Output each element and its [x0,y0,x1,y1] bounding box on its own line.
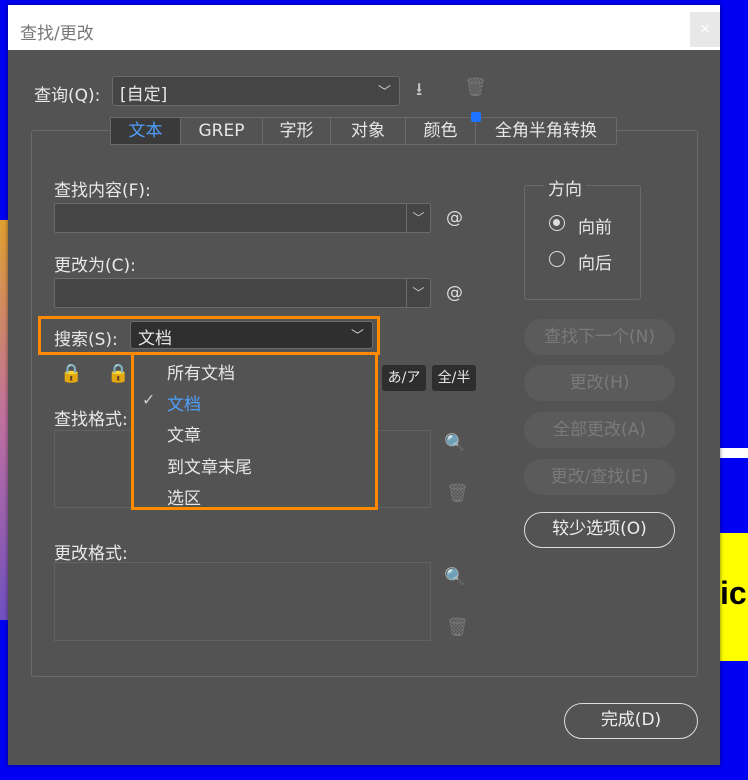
query-select[interactable]: [自定] ﹀ [112,76,400,106]
find-what-input[interactable]: ﹀ [54,203,431,233]
chevron-down-icon: ﹀ [350,329,364,344]
special-characters-find-button[interactable]: @ [446,208,463,228]
kana-sensitive-toggle[interactable]: あ/ア [382,365,426,391]
include-locked-layers-icon[interactable]: 🔒 [60,363,82,384]
tab-text[interactable]: 文本 [111,118,181,144]
direction-backward-radio[interactable] [549,251,565,267]
tab-object[interactable]: 对象 [331,118,406,144]
query-value: [自定] [120,85,168,105]
option-all-documents[interactable]: 所有文档 [167,359,235,384]
change-format-box[interactable] [54,562,431,641]
option-story[interactable]: 文章 [167,421,201,446]
search-label: 搜索(S): [54,330,118,350]
find-format-label: 查找格式: [54,410,128,430]
clear-change-format-icon[interactable]: 🗑 [446,617,469,638]
query-label: 查询(Q): [34,86,101,106]
background-text: ic [720,575,747,611]
tab-color-label: 颜色 [423,121,458,141]
background-image-strip [0,220,8,620]
find-what-label: 查找内容(F): [54,181,151,201]
specify-find-format-icon[interactable]: 🔍 [444,433,466,454]
include-locked-stories-icon[interactable]: 🔒 [107,363,129,384]
tab-glyph[interactable]: 字形 [263,118,331,144]
change-format-label: 更改格式: [54,544,128,564]
search-scope-value: 文档 [138,329,172,349]
background-white-bar [720,448,748,458]
option-document[interactable]: 文档 [167,390,201,415]
save-query-icon[interactable]: ⭳ [416,77,422,107]
title-bar[interactable]: 查找/更改 × [8,5,720,50]
find-next-button[interactable]: 查找下一个(N) [524,319,675,355]
delete-query-icon[interactable]: 🗑 [464,77,487,98]
window-title: 查找/更改 [20,24,94,44]
change-to-input[interactable]: ﹀ [54,278,431,308]
change-button[interactable]: 更改(H) [524,365,675,401]
tab-fullwidth-halfwidth[interactable]: 全角半角转换 [476,118,616,144]
change-to-label: 更改为(C): [54,256,136,276]
width-sensitive-toggle[interactable]: 全/半 [432,365,476,391]
checkmark-icon: ✓ [142,390,156,409]
clear-find-format-icon[interactable]: 🗑 [446,483,469,504]
chevron-down-icon[interactable]: ﹀ [406,204,430,232]
direction-forward-label[interactable]: 向前 [578,213,612,238]
specify-change-format-icon[interactable]: 🔍 [444,567,466,588]
tab-color[interactable]: 颜色 [406,112,481,144]
background-yellow-block: ic [720,533,748,661]
option-to-end-of-story[interactable]: 到文章末尾 [167,453,252,478]
direction-forward-radio[interactable] [549,215,565,231]
search-scope-select[interactable]: 文档 ﹀ [130,321,373,349]
tab-bar: 文本 GREP 字形 对象 颜色 全角半角转换 [110,112,617,145]
chevron-down-icon[interactable]: ﹀ [406,279,430,307]
direction-group [524,185,641,300]
tab-grep[interactable]: GREP [181,118,263,144]
option-selection[interactable]: 选区 [167,484,201,509]
special-characters-change-button[interactable]: @ [446,283,463,303]
change-find-button[interactable]: 更改/查找(E) [524,459,675,495]
direction-backward-label[interactable]: 向后 [578,249,612,274]
search-scope-dropdown: 所有文档 ✓ 文档 文章 到文章末尾 选区 [131,352,378,510]
fewer-options-button[interactable]: 较少选项(O) [524,512,675,548]
chevron-down-icon: ﹀ [377,85,391,100]
change-all-button[interactable]: 全部更改(A) [524,412,675,448]
close-button[interactable]: × [690,12,720,47]
done-button[interactable]: 完成(D) [564,703,698,739]
find-change-dialog: 查找/更改 × 查询(Q): [自定] ﹀ ⭳ 🗑 文本 GREP 字形 对象 … [8,5,720,765]
direction-title: 方向 [544,175,586,200]
